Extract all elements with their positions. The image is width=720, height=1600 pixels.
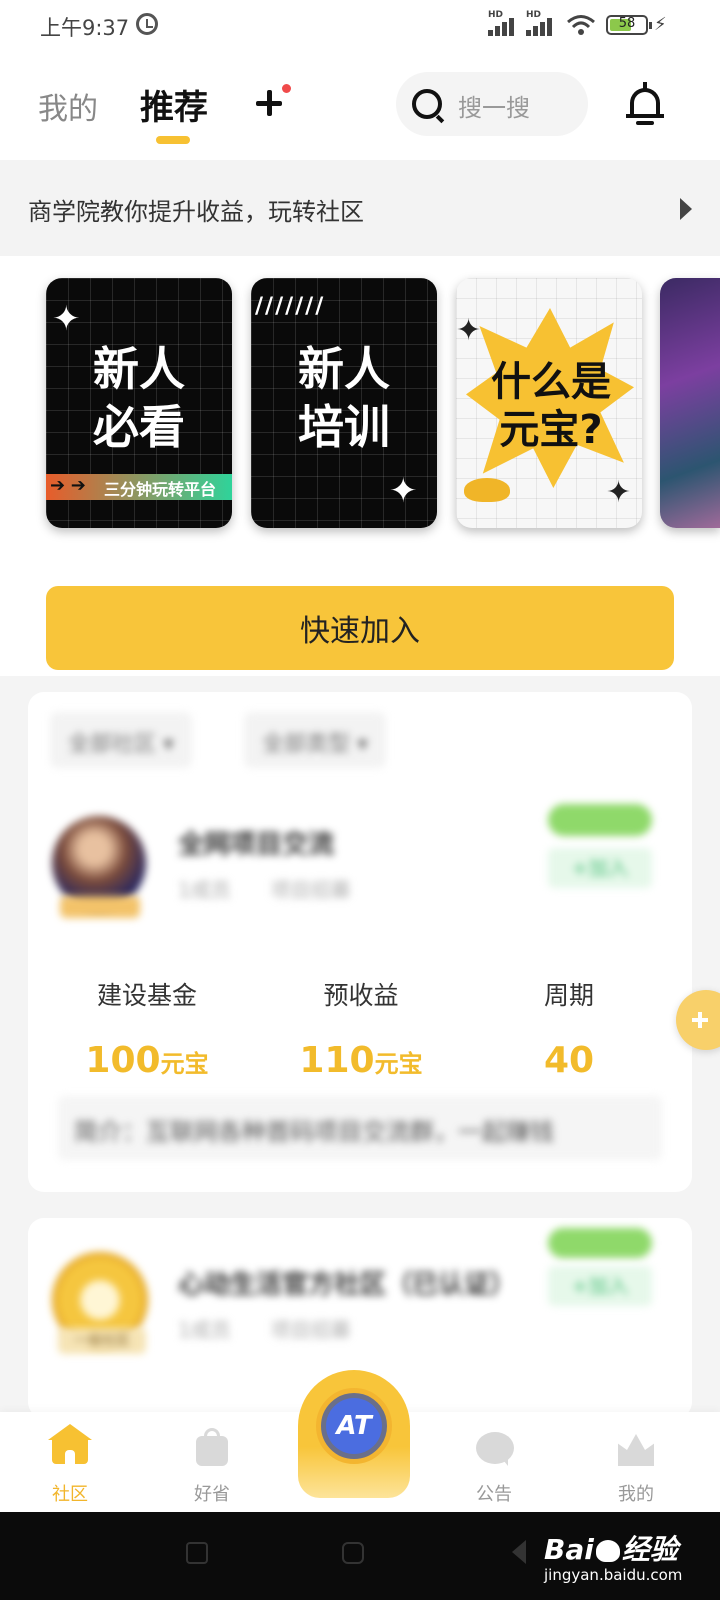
banner-strip: ➔ ➔ 三分钟玩转平台 <box>46 474 232 500</box>
banner-title: 什么是 元宝? <box>491 359 611 453</box>
sparkle-icon: ✦ <box>52 299 81 339</box>
notice-bar[interactable]: 商学院教你提升收益，玩转社区 <box>0 160 720 256</box>
community-intro: 简介：互联网各种首码项目交流群，一起赚钱 <box>74 1118 554 1146</box>
home-button-icon[interactable] <box>342 1542 364 1564</box>
shopping-bag-icon <box>190 1426 234 1466</box>
search-input[interactable]: 搜一搜 <box>396 72 588 136</box>
level-badge: 一级社区 <box>58 1328 146 1354</box>
quick-join-area: 快速加入 <box>0 552 720 676</box>
community-meta: 1成员 项目招募 <box>178 878 351 902</box>
stat-label: 预收益 <box>323 981 399 1010</box>
search-icon <box>412 89 442 119</box>
nav-label: 我的 <box>618 1484 654 1505</box>
nav-item-save[interactable]: 好省 <box>152 1412 272 1512</box>
sparkle-icon: ✦ <box>456 313 482 348</box>
status-time: 上午9:37 <box>40 16 130 40</box>
nav-label: 好省 <box>194 1484 230 1505</box>
banner-newcomer-training[interactable]: /////// 新人 培训 ✦ <box>251 278 437 528</box>
community-title: 全网项目交流 <box>178 830 335 860</box>
nav-label: 公告 <box>476 1484 512 1505</box>
stat-expected-income: 预收益 <box>256 976 466 1012</box>
bell-icon[interactable] <box>626 78 664 126</box>
at-icon: AT <box>326 1398 382 1454</box>
nav-label: 社区 <box>52 1484 88 1505</box>
home-icon <box>48 1424 92 1466</box>
join-button[interactable]: +加入 <box>548 848 652 888</box>
filter-community[interactable]: 全部社区 ▾ <box>50 712 193 768</box>
center-at-button[interactable]: AT <box>298 1370 410 1498</box>
top-header: 我的 推荐 搜一搜 <box>0 56 720 160</box>
battery-icon: 58 <box>606 15 652 35</box>
chevron-right-icon <box>680 198 692 220</box>
avatar-badge <box>60 896 140 918</box>
stat-cycle: 周期 <box>464 976 674 1012</box>
tab-mine[interactable]: 我的 <box>38 84 98 128</box>
banner-what-is-yuanbao[interactable]: ✦ 什么是 元宝? ✦ <box>456 278 642 528</box>
community-title: 心动生活官方社区（已认证） <box>178 1270 517 1300</box>
banner-carousel: ✦ 新人 必看 ➔ ➔ 三分钟玩转平台 /////// 新人 培训 ✦ ✦ 什么… <box>0 256 720 552</box>
sparkle-icon: ✦ <box>606 475 632 510</box>
join-button[interactable]: +加入 <box>548 1266 652 1306</box>
banner-partial[interactable] <box>660 278 720 528</box>
charging-icon: ⚡ <box>654 14 667 35</box>
stat-label: 周期 <box>543 981 594 1010</box>
search-placeholder: 搜一搜 <box>458 94 530 122</box>
notice-text: 商学院教你提升收益，玩转社区 <box>28 198 364 226</box>
chat-bubble-icon <box>472 1426 516 1466</box>
wifi-icon <box>567 15 595 35</box>
gold-ingot-icon <box>464 478 510 502</box>
nav-item-community[interactable]: 社区 <box>10 1412 130 1512</box>
active-tab-indicator <box>156 136 190 144</box>
nav-item-announcement[interactable]: 公告 <box>434 1412 554 1512</box>
community-meta: 1成员 项目招募 <box>178 1318 351 1342</box>
nav-item-mine[interactable]: 我的 <box>576 1412 696 1512</box>
notification-dot <box>282 84 291 93</box>
stat-cycle-value: 40 <box>543 1040 595 1081</box>
quick-join-button[interactable]: 快速加入 <box>46 586 674 670</box>
battery-level: 58 <box>618 16 636 31</box>
baidu-watermark: Bai 经验 jingyan.baidu.com <box>544 1528 704 1592</box>
banner-title: 新人 必看 <box>93 342 185 454</box>
arrow-icon: ➔ ➔ <box>50 475 86 496</box>
back-icon[interactable] <box>512 1540 526 1564</box>
banner-title: 新人 培训 <box>298 342 390 454</box>
stat-expected-income-value: 110元宝 <box>299 1040 423 1081</box>
banner-newcomer-guide[interactable]: ✦ 新人 必看 ➔ ➔ 三分钟玩转平台 <box>46 278 232 528</box>
stat-fund-value: 100元宝 <box>85 1040 209 1081</box>
crown-icon <box>614 1426 658 1466</box>
watermark-brand: Bai 经验 <box>544 1533 678 1566</box>
status-badge <box>548 804 652 836</box>
signal-icon: HD <box>488 10 522 36</box>
status-badge <box>548 1228 652 1258</box>
signal-icon-2: HD <box>526 10 560 36</box>
alarm-icon <box>136 13 158 35</box>
status-bar: 上午9:37 HD HD 58 ⚡ <box>0 0 720 56</box>
tab-recommend[interactable]: 推荐 <box>140 80 208 129</box>
slashes-decoration: /////// <box>255 294 326 319</box>
stat-fund: 建设基金 <box>42 976 252 1012</box>
watermark-url: jingyan.baidu.com <box>544 1566 683 1584</box>
paw-icon <box>595 1540 620 1562</box>
menu-icon[interactable] <box>186 1542 208 1564</box>
filter-type[interactable]: 全部类型 ▾ <box>244 712 387 768</box>
stat-label: 建设基金 <box>96 981 197 1010</box>
sparkle-icon: ✦ <box>389 471 418 511</box>
